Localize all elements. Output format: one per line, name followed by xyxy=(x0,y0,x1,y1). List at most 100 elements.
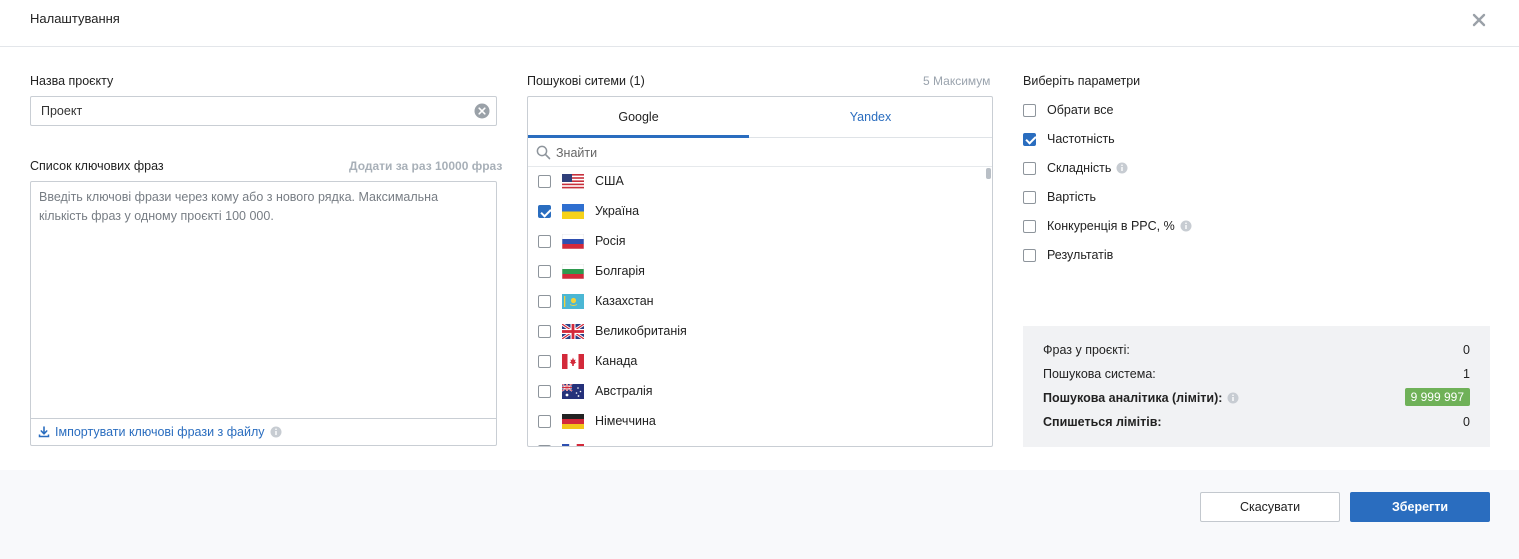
close-icon[interactable] xyxy=(1468,9,1490,31)
country-checkbox[interactable] xyxy=(538,295,551,308)
info-icon[interactable] xyxy=(270,426,282,438)
save-button[interactable]: Зберегти xyxy=(1350,492,1490,522)
country-item-uk[interactable]: Великобританія xyxy=(528,317,983,347)
clear-input-icon[interactable] xyxy=(474,103,490,119)
param-checkbox[interactable] xyxy=(1023,132,1036,146)
dialog-title: Налаштування xyxy=(30,11,120,26)
param-label: Результатів xyxy=(1047,248,1114,262)
phrases-box: Імпортувати ключові фрази з файлу xyxy=(30,181,497,446)
country-name: Австралія xyxy=(595,384,653,398)
country-search-row xyxy=(528,138,992,167)
country-name: Казахстан xyxy=(595,294,654,308)
info-icon[interactable] xyxy=(1227,392,1239,404)
country-item-russia[interactable]: Росія xyxy=(528,227,983,257)
param-frequency[interactable]: Частотність xyxy=(1023,129,1115,149)
country-checkbox[interactable] xyxy=(538,385,551,398)
country-item-germany[interactable]: Німеччина xyxy=(528,407,983,437)
stat-phrases-in-project: Фраз у проєкті: 0 xyxy=(1043,342,1470,360)
search-engines-panel: Google Yandex США Україна xyxy=(527,96,993,447)
param-results[interactable]: Результатів xyxy=(1023,245,1113,265)
limits-badge: 9 999 997 xyxy=(1404,388,1470,406)
param-checkbox[interactable] xyxy=(1023,161,1036,175)
param-checkbox[interactable] xyxy=(1023,219,1036,233)
dialog-header: Налаштування xyxy=(0,0,1519,47)
ca-flag-icon xyxy=(562,354,584,369)
gb-flag-icon xyxy=(562,324,584,339)
country-checkbox[interactable] xyxy=(538,325,551,338)
tab-google[interactable]: Google xyxy=(528,97,749,138)
parameters-label: Виберіть параметри xyxy=(1023,74,1141,88)
project-name-input[interactable] xyxy=(30,96,497,126)
country-item-partial[interactable] xyxy=(528,437,983,446)
au-flag-icon xyxy=(562,384,584,399)
import-phrases-link[interactable]: Імпортувати ключові фрази з файлу xyxy=(38,425,282,439)
country-checkbox[interactable] xyxy=(538,445,551,446)
stat-label: Пошукова аналітика (ліміти): xyxy=(1043,391,1239,405)
country-item-kazakhstan[interactable]: Казахстан xyxy=(528,287,983,317)
ua-flag-icon xyxy=(562,204,584,219)
ru-flag-icon xyxy=(562,234,584,249)
search-engines-max-hint: 5 Максимум xyxy=(923,74,991,88)
engine-tabs: Google Yandex xyxy=(528,97,992,138)
stat-value: 1 xyxy=(1463,367,1470,381)
country-item-usa[interactable]: США xyxy=(528,167,983,197)
country-search-input[interactable] xyxy=(556,142,976,163)
country-name: Росія xyxy=(595,234,626,248)
country-checkbox[interactable] xyxy=(538,205,551,218)
info-icon[interactable] xyxy=(1116,162,1128,174)
search-icon xyxy=(536,145,551,160)
param-label: Обрати все xyxy=(1047,103,1114,117)
scrollbar-thumb[interactable] xyxy=(986,168,991,179)
country-name: Болгарія xyxy=(595,264,645,278)
download-icon xyxy=(38,426,50,438)
country-checkbox[interactable] xyxy=(538,415,551,428)
country-checkbox[interactable] xyxy=(538,265,551,278)
country-item-canada[interactable]: Канада xyxy=(528,347,983,377)
info-icon[interactable] xyxy=(1180,220,1192,232)
phrases-limit-hint: Додати за раз 10000 фраз xyxy=(349,159,503,173)
country-name: Канада xyxy=(595,354,638,368)
country-name: Україна xyxy=(595,204,640,218)
stat-value: 0 xyxy=(1463,343,1470,357)
stat-value: 0 xyxy=(1463,415,1470,429)
param-difficulty[interactable]: Складність xyxy=(1023,158,1128,178)
param-label: Конкуренція в PPC, % xyxy=(1047,219,1175,233)
stat-label: Фраз у проєкті: xyxy=(1043,343,1130,357)
param-checkbox[interactable] xyxy=(1023,248,1036,262)
param-ppc-competition[interactable]: Конкуренція в PPC, % xyxy=(1023,216,1192,236)
cancel-button[interactable]: Скасувати xyxy=(1200,492,1340,522)
stats-panel: Фраз у проєкті: 0 Пошукова система: 1 По… xyxy=(1023,326,1490,447)
country-item-australia[interactable]: Австралія xyxy=(528,377,983,407)
country-item-bulgaria[interactable]: Болгарія xyxy=(528,257,983,287)
country-checkbox[interactable] xyxy=(538,175,551,188)
param-label: Частотність xyxy=(1047,132,1115,146)
bg-flag-icon xyxy=(562,264,584,279)
param-checkbox[interactable] xyxy=(1023,103,1036,117)
stat-search-system: Пошукова система: 1 xyxy=(1043,366,1470,384)
param-label: Вартість xyxy=(1047,190,1096,204)
param-cost[interactable]: Вартість xyxy=(1023,187,1096,207)
search-engines-label: Пошукові ситеми (1) xyxy=(527,74,645,88)
country-item-ukraine[interactable]: Україна xyxy=(528,197,983,227)
us-flag-icon xyxy=(562,174,584,189)
param-label: Складність xyxy=(1047,161,1112,175)
stat-label: Спишеться лімітів: xyxy=(1043,415,1162,429)
country-checkbox[interactable] xyxy=(538,235,551,248)
country-name: США xyxy=(595,174,624,188)
tab-yandex[interactable]: Yandex xyxy=(749,97,992,138)
country-checkbox[interactable] xyxy=(538,355,551,368)
country-list: США Україна Росія Болгарія Казахстан Вел… xyxy=(528,167,992,446)
kz-flag-icon xyxy=(562,294,584,309)
phrases-textarea[interactable] xyxy=(31,182,496,417)
stat-label: Пошукова система: xyxy=(1043,367,1156,381)
country-name: Німеччина xyxy=(595,414,656,428)
dialog-footer: Скасувати Зберегти xyxy=(0,470,1519,559)
country-name: Великобританія xyxy=(595,324,687,338)
import-row: Імпортувати ключові фрази з файлу xyxy=(31,418,496,446)
country-list-scrollbar[interactable] xyxy=(984,167,992,446)
param-checkbox[interactable] xyxy=(1023,190,1036,204)
param-select-all[interactable]: Обрати все xyxy=(1023,100,1113,120)
phrases-label: Список ключових фраз xyxy=(30,159,164,173)
analytics-label-text: Пошукова аналітика (ліміти): xyxy=(1043,391,1223,405)
fr-flag-icon xyxy=(562,444,584,446)
